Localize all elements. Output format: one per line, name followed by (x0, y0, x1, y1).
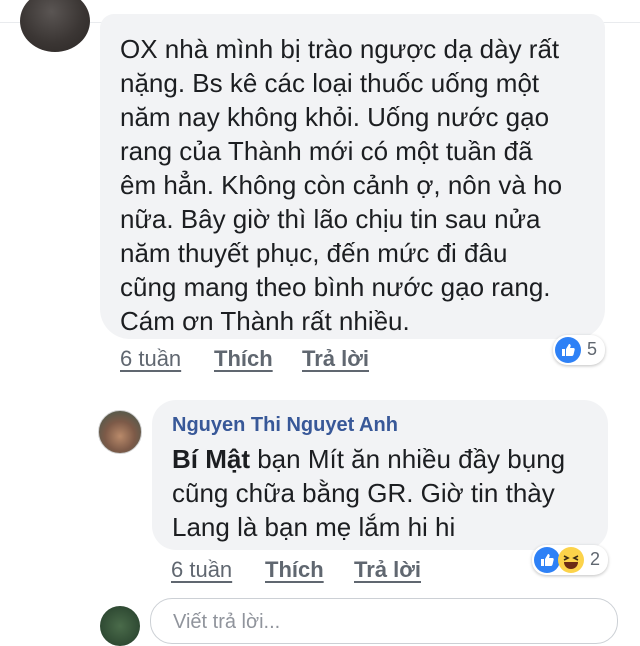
comment-text-line: rang của Thành mới có một tuần đã (120, 136, 533, 166)
commenter-avatar[interactable] (20, 0, 90, 52)
reply-author-avatar[interactable] (98, 410, 142, 454)
like-button[interactable]: Thích (214, 346, 273, 372)
comment-bubble: OX nhà mình bị trào ngược dạ dày rất nặn… (100, 14, 605, 339)
reply-button[interactable]: Trả lời (354, 557, 421, 583)
comment-actions: 6 tuần Thích Trả lời (0, 346, 640, 376)
reactions-summary[interactable]: 2 (532, 545, 608, 575)
reply-text-line: Bí Mật bạn Mít ăn nhiều đầy bụng (172, 442, 565, 476)
comment-text-line: năm thuyết phục, đến mức đi đâu (120, 238, 508, 268)
reply-text-line: cũng chữa bằng GR. Giờ tin thày (172, 478, 555, 508)
comment-text-line: nữa. Bây giờ thì lão chịu tin sau nửa (120, 204, 541, 234)
mention-tag[interactable]: Bí Mật (172, 444, 250, 474)
comment-text-line: năm nay không khỏi. Uống nước gạo (120, 102, 550, 132)
reply-input[interactable]: Viết trả lời... (150, 598, 618, 644)
haha-icon (558, 547, 584, 573)
comment-text-line: OX nhà mình bị trào ngược dạ dày rất (120, 34, 560, 64)
timestamp-link[interactable]: 6 tuần (171, 557, 232, 583)
comment-text-line: Cám ơn Thành rất nhiều. (120, 306, 410, 336)
reaction-count: 2 (590, 549, 601, 569)
like-icon (534, 547, 560, 573)
comment-text-line: cũng mang theo bình nước gạo rang. (120, 272, 551, 302)
like-button[interactable]: Thích (265, 557, 324, 583)
reactions-summary[interactable]: 5 (553, 335, 605, 365)
reaction-count: 5 (587, 339, 598, 359)
comment-text-line: nặng. Bs kê các loại thuốc uống một (120, 68, 540, 98)
like-icon (555, 337, 581, 363)
reply-input-placeholder: Viết trả lời... (173, 611, 281, 633)
reply-author-name[interactable]: Nguyen Thi Nguyet Anh (172, 414, 398, 437)
reply-bubble: Nguyen Thi Nguyet Anh Bí Mật bạn Mít ăn … (152, 400, 608, 550)
comment-text-line: êm hẳn. Không còn cảnh ợ, nôn và ho (120, 170, 563, 200)
timestamp-link[interactable]: 6 tuần (120, 346, 181, 372)
reply-text-fragment: bạn Mít ăn nhiều đầy bụng (250, 444, 566, 474)
reply-text-line: Lang là bạn mẹ lắm hi hi (172, 512, 456, 542)
current-user-avatar (100, 606, 140, 646)
reply-button[interactable]: Trả lời (302, 346, 369, 372)
